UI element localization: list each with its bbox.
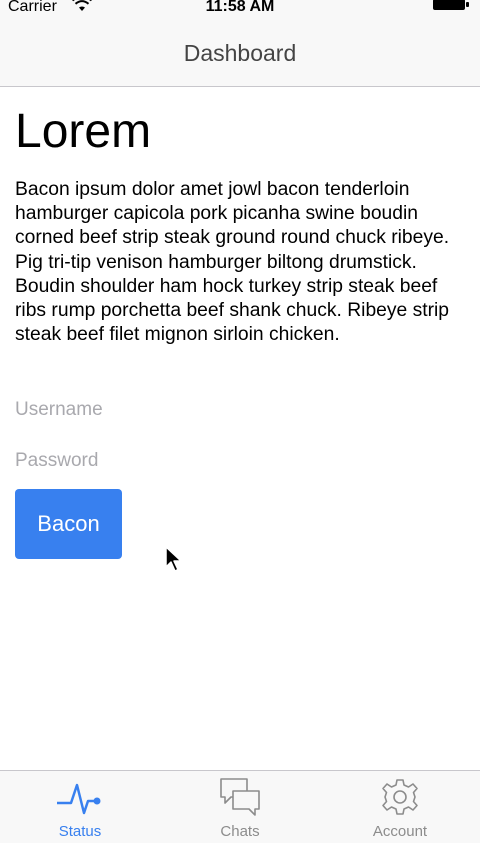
pulse-icon <box>57 783 101 815</box>
bacon-button[interactable]: Bacon <box>15 489 122 559</box>
tab-status[interactable]: Status <box>0 771 160 843</box>
chat-bubbles-icon <box>220 778 260 816</box>
status-bar: Carrier 11:58 AM <box>0 0 480 18</box>
tab-label: Account <box>372 823 428 840</box>
tab-label: Status <box>58 823 102 840</box>
tab-chats[interactable]: Chats <box>160 771 320 843</box>
nav-bar: Dashboard <box>0 18 480 87</box>
gear-icon <box>382 779 418 815</box>
tab-label: Chats <box>220 823 260 840</box>
main-content: Lorem Bacon ipsum dolor amet jowl bacon … <box>0 88 480 770</box>
tab-account[interactable]: Account <box>320 771 480 843</box>
clock: 11:58 AM <box>205 0 275 15</box>
page-title: Dashboard <box>183 40 297 66</box>
password-field[interactable] <box>15 444 465 478</box>
mouse-cursor-icon <box>165 546 182 572</box>
tab-bar: Status Chats Account <box>0 770 480 843</box>
content-paragraph: Bacon ipsum dolor amet jowl bacon tender… <box>15 179 450 346</box>
username-field[interactable] <box>15 393 465 427</box>
battery-icon <box>433 0 469 10</box>
content-heading: Lorem <box>15 105 152 158</box>
